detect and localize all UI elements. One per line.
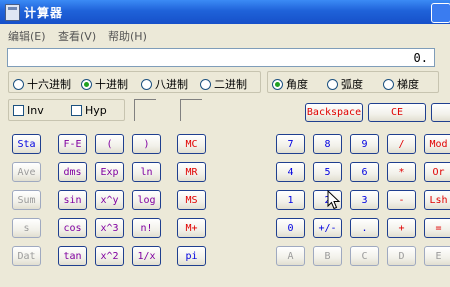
minimize-button[interactable] bbox=[431, 3, 450, 23]
mr-button[interactable]: MR bbox=[177, 162, 206, 182]
number-base-group: 十六进制 十进制 八进制 二进制 bbox=[8, 71, 261, 93]
radio-dec-label: 十进制 bbox=[95, 78, 128, 91]
x-square-button[interactable]: x^2 bbox=[95, 246, 124, 266]
checkbox-icon bbox=[71, 105, 82, 116]
inv-hyp-group: Inv Hyp bbox=[8, 99, 125, 121]
log-button[interactable]: log bbox=[132, 190, 161, 210]
digit-8-button[interactable]: 8 bbox=[313, 134, 342, 154]
inv-label: Inv bbox=[27, 104, 44, 117]
digit-1-button[interactable]: 1 bbox=[276, 190, 305, 210]
fe-button[interactable]: F-E bbox=[58, 134, 87, 154]
checkbox-icon bbox=[13, 105, 24, 116]
digit-3-button[interactable]: 3 bbox=[350, 190, 379, 210]
digit-6-button[interactable]: 6 bbox=[350, 162, 379, 182]
calculator-icon bbox=[5, 4, 20, 21]
dat-button[interactable]: Dat bbox=[12, 246, 41, 266]
decimal-button[interactable]: . bbox=[350, 218, 379, 238]
radio-hex-label: 十六进制 bbox=[27, 78, 71, 91]
hex-d-button[interactable]: D bbox=[387, 246, 416, 266]
radio-grad-label: 梯度 bbox=[397, 78, 419, 91]
factorial-button[interactable]: n! bbox=[132, 218, 161, 238]
mc-button[interactable]: MC bbox=[177, 134, 206, 154]
m-plus-button[interactable]: M+ bbox=[177, 218, 206, 238]
indicator-box-parenthesis bbox=[134, 99, 156, 121]
radio-oct[interactable]: 八进制 bbox=[141, 76, 188, 92]
ms-button[interactable]: MS bbox=[177, 190, 206, 210]
negate-button[interactable]: +/- bbox=[313, 218, 342, 238]
radio-degree-label: 角度 bbox=[286, 78, 308, 91]
result-display: 0. bbox=[7, 48, 435, 67]
sum-button[interactable]: Sum bbox=[12, 190, 41, 210]
radio-radian-label: 弧度 bbox=[341, 78, 363, 91]
radio-bin[interactable]: 二进制 bbox=[200, 76, 247, 92]
ln-button[interactable]: ln bbox=[132, 162, 161, 182]
clear-button[interactable] bbox=[431, 103, 450, 122]
divide-button[interactable]: / bbox=[387, 134, 416, 154]
radio-icon bbox=[200, 78, 211, 90]
menu-edit[interactable]: 编辑(E) bbox=[8, 28, 46, 44]
hex-b-button[interactable]: B bbox=[313, 246, 342, 266]
window-title: 计算器 bbox=[24, 6, 64, 20]
pi-button[interactable]: pi bbox=[177, 246, 206, 266]
backspace-button[interactable]: Backspace bbox=[305, 103, 363, 122]
digit-7-button[interactable]: 7 bbox=[276, 134, 305, 154]
digit-4-button[interactable]: 4 bbox=[276, 162, 305, 182]
exp-button[interactable]: Exp bbox=[95, 162, 124, 182]
hex-c-button[interactable]: C bbox=[350, 246, 379, 266]
radio-degree[interactable]: 角度 bbox=[272, 76, 308, 92]
digit-5-button[interactable]: 5 bbox=[313, 162, 342, 182]
ave-button[interactable]: Ave bbox=[12, 162, 41, 182]
radio-icon bbox=[141, 78, 152, 90]
indicator-box-memory bbox=[180, 99, 202, 121]
menu-help[interactable]: 帮助(H) bbox=[108, 28, 147, 44]
add-button[interactable]: + bbox=[387, 218, 416, 238]
angle-unit-group: 角度 弧度 梯度 bbox=[267, 71, 439, 93]
hex-a-button[interactable]: A bbox=[276, 246, 305, 266]
radio-selected-icon bbox=[272, 78, 283, 90]
hyp-label: Hyp bbox=[85, 104, 107, 117]
radio-icon bbox=[13, 78, 24, 90]
mod-button[interactable]: Mod bbox=[424, 134, 450, 154]
sin-button[interactable]: sin bbox=[58, 190, 87, 210]
radio-dec[interactable]: 十进制 bbox=[81, 76, 128, 92]
close-paren-button[interactable]: ) bbox=[132, 134, 161, 154]
dms-button[interactable]: dms bbox=[58, 162, 87, 182]
or-button[interactable]: Or bbox=[424, 162, 450, 182]
menu-view[interactable]: 查看(V) bbox=[58, 28, 96, 44]
radio-oct-label: 八进制 bbox=[155, 78, 188, 91]
menu-bar: 编辑(E) 查看(V) 帮助(H) bbox=[0, 24, 450, 44]
radio-bin-label: 二进制 bbox=[214, 78, 247, 91]
radio-radian[interactable]: 弧度 bbox=[327, 76, 363, 92]
ce-button[interactable]: CE bbox=[368, 103, 426, 122]
radio-icon bbox=[327, 78, 338, 90]
title-bar[interactable]: 计算器 bbox=[0, 0, 450, 24]
multiply-button[interactable]: * bbox=[387, 162, 416, 182]
digit-0-button[interactable]: 0 bbox=[276, 218, 305, 238]
hyp-checkbox[interactable]: Hyp bbox=[71, 104, 107, 117]
sta-button[interactable]: Sta bbox=[12, 134, 41, 154]
radio-icon bbox=[383, 78, 394, 90]
radio-grad[interactable]: 梯度 bbox=[383, 76, 419, 92]
lsh-button[interactable]: Lsh bbox=[424, 190, 450, 210]
tan-button[interactable]: tan bbox=[58, 246, 87, 266]
subtract-button[interactable]: - bbox=[387, 190, 416, 210]
mouse-cursor-icon bbox=[327, 190, 341, 210]
x-pow-y-button[interactable]: x^y bbox=[95, 190, 124, 210]
reciprocal-button[interactable]: 1/x bbox=[132, 246, 161, 266]
digit-9-button[interactable]: 9 bbox=[350, 134, 379, 154]
open-paren-button[interactable]: ( bbox=[95, 134, 124, 154]
inv-checkbox[interactable]: Inv bbox=[13, 104, 44, 117]
cos-button[interactable]: cos bbox=[58, 218, 87, 238]
s-button[interactable]: s bbox=[12, 218, 41, 238]
radio-selected-icon bbox=[81, 78, 92, 90]
x-cube-button[interactable]: x^3 bbox=[95, 218, 124, 238]
equals-button[interactable]: = bbox=[424, 218, 450, 238]
radio-hex[interactable]: 十六进制 bbox=[13, 76, 71, 92]
hex-e-button[interactable]: E bbox=[424, 246, 450, 266]
